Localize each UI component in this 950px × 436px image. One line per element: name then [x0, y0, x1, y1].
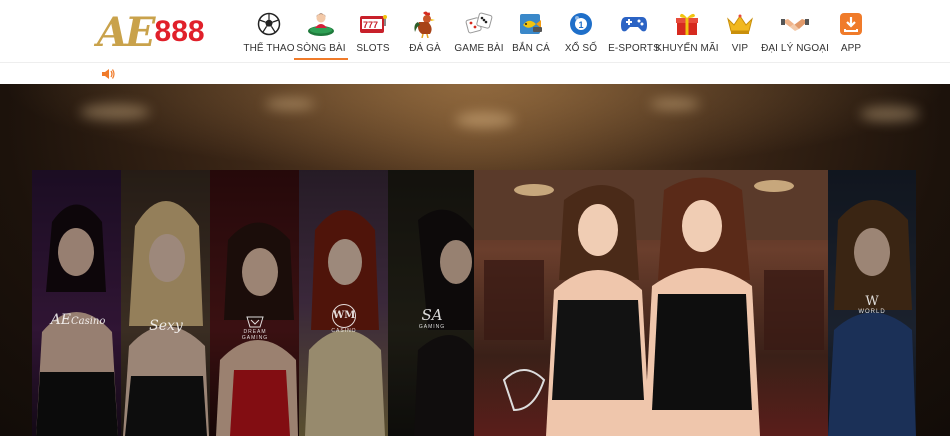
nav-label: GAME BÀI [454, 43, 504, 54]
provider-name: CASINO [331, 328, 357, 334]
provider-logo-world: W WORLD [846, 294, 898, 315]
provider-logo-dream-gaming: DREAM GAMING [230, 316, 280, 341]
panel-shade [121, 170, 210, 436]
provider-panel-world-entertainment[interactable]: W WORLD [828, 170, 916, 436]
ceiling-light [860, 106, 920, 122]
nav-label: VIP [731, 43, 749, 54]
nav-label: THỂ THAO [243, 43, 295, 54]
dream-gaming-emblem-icon [246, 316, 264, 328]
provider-panel-wm-casino[interactable]: WM CASINO [299, 170, 388, 436]
provider-logo-sexy: Sexy [141, 318, 191, 334]
wm-circle: WM [332, 304, 356, 328]
panel-shade [299, 170, 388, 436]
nav-label: BẮN CÁ [512, 43, 550, 54]
rooster-icon [411, 10, 439, 38]
active-tab-underline [294, 58, 348, 60]
logo-888-text: 888 [154, 15, 205, 48]
provider-panel-sa-gaming[interactable]: SA GAMING [388, 170, 474, 436]
fish-shooting-icon [517, 10, 545, 38]
gift-icon [673, 10, 701, 38]
nav-label: E-SPORTS [608, 43, 660, 54]
nav-label: ĐÁ GÀ [409, 43, 441, 54]
casino-ceiling-background [0, 84, 950, 174]
panel-shade [210, 170, 299, 436]
svg-text:777: 777 [363, 20, 378, 30]
nav-label: XỔ SỐ [564, 43, 598, 54]
provider-name: WORLD [858, 309, 886, 315]
panel-shade [388, 170, 474, 436]
slot-machine-icon: 777 [359, 10, 387, 38]
nav-item-game-bai[interactable]: GAME BÀI [454, 0, 504, 62]
handshake-icon [781, 10, 809, 38]
panel-shade [32, 170, 121, 436]
provider-logo-text: SA [421, 306, 443, 324]
nav-item-khuyen-mai[interactable]: KHUYẾN MÃI [655, 0, 719, 62]
casino-dealer-icon [307, 10, 335, 38]
featured-models-figure [474, 170, 828, 436]
ae888-logo[interactable]: AE 888 [97, 8, 205, 56]
nav-item-ban-ca[interactable]: BẮN CÁ [509, 0, 553, 62]
logo-ae-text: AE [97, 8, 156, 56]
nav-item-vip[interactable]: VIP [722, 0, 758, 62]
lottery-ball-icon: 1 [567, 10, 595, 38]
nav-label: SLOTS [356, 43, 390, 54]
announcement-bar [0, 62, 950, 84]
ceiling-light [80, 104, 150, 120]
top-header: AE 888 THỂ THAO SÒNG BÀI 777 SLOTS ĐÁ GÀ… [0, 0, 950, 62]
provider-logo-wm: WM CASINO [325, 304, 363, 334]
nav-item-app[interactable]: APP [834, 0, 868, 62]
nav-label: SÒNG BÀI [296, 43, 346, 54]
provider-name: DREAM GAMING [241, 329, 269, 341]
nav-item-dai-ly-ngoai[interactable]: ĐẠI LÝ NGOẠI [761, 0, 829, 62]
crown-icon [726, 10, 754, 38]
download-icon [837, 10, 865, 38]
provider-logo-text: Sexy [149, 318, 183, 334]
provider-panel-ae-casino[interactable]: AECasino [32, 170, 121, 436]
provider-panel-featured[interactable] [474, 170, 828, 436]
provider-panel-sexy-gaming[interactable]: Sexy [121, 170, 210, 436]
provider-logo-text: AE [50, 312, 71, 328]
casino-hero-banner[interactable]: AECasino Sexy DREAM GAMING WM CASINO SA … [0, 84, 950, 436]
dice-icon [465, 10, 493, 38]
nav-label: ĐẠI LÝ NGOẠI [761, 43, 829, 54]
provider-logo-ae-casino: AECasino [46, 312, 110, 328]
gamepad-icon [620, 10, 648, 38]
provider-name: GAMING [418, 324, 446, 330]
ceiling-light [265, 98, 315, 110]
ceiling-light [650, 98, 700, 110]
svg-text:1: 1 [578, 20, 583, 30]
nav-item-the-thao[interactable]: THỂ THAO [243, 0, 295, 62]
provider-panels: AECasino Sexy DREAM GAMING WM CASINO SA … [32, 170, 916, 436]
ceiling-light [455, 112, 515, 128]
nav-item-e-sports[interactable]: E-SPORTS [608, 0, 660, 62]
speaker-icon[interactable] [101, 67, 115, 79]
provider-name: Casino [70, 316, 106, 327]
provider-logo-text: W [865, 294, 879, 309]
nav-item-song-bai[interactable]: SÒNG BÀI [294, 0, 348, 62]
nav-label: KHUYẾN MÃI [655, 43, 719, 54]
nav-item-slots[interactable]: 777 SLOTS [350, 0, 396, 62]
provider-panel-dream-gaming[interactable]: DREAM GAMING [210, 170, 299, 436]
nav-item-da-ga[interactable]: ĐÁ GÀ [403, 0, 447, 62]
provider-logo-sa-gaming: SA GAMING [412, 306, 452, 330]
soccer-ball-icon [255, 10, 283, 38]
nav-label: APP [840, 43, 862, 54]
nav-item-xo-so[interactable]: 1 XỔ SỐ [561, 0, 601, 62]
